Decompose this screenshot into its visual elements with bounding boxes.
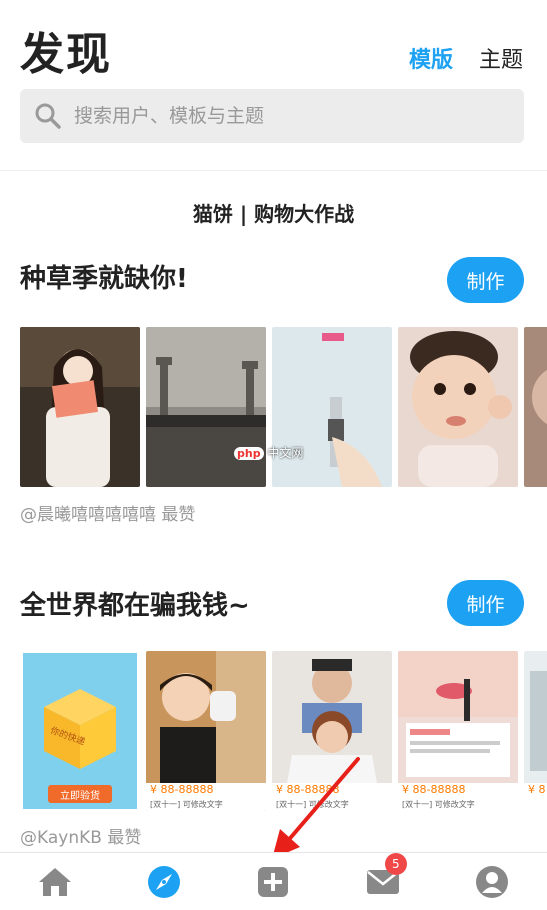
section-title: 全世界都在骗我钱~: [20, 591, 250, 621]
top-author-caption[interactable]: @晨曦嘻嘻嘻嘻嘻 最赞: [20, 500, 195, 525]
template-thumb[interactable]: ¥ 8: [524, 651, 547, 811]
banner-title[interactable]: 猫饼 | 购物大作战: [0, 198, 547, 227]
template-thumb[interactable]: [20, 327, 140, 487]
tab-themes[interactable]: 主题: [479, 42, 523, 74]
header: 发现 模版 主题: [0, 0, 547, 171]
watermark-badge: php: [234, 447, 264, 460]
template-thumb[interactable]: [524, 327, 547, 487]
template-thumb[interactable]: [146, 327, 266, 487]
price: ¥ 8: [528, 783, 546, 796]
template-thumb[interactable]: [398, 327, 518, 487]
make-button[interactable]: 制作: [447, 257, 524, 303]
price-strip: ¥ 88-88888 [双十一] 可修改文字: [146, 783, 266, 811]
tab-home[interactable]: [25, 857, 85, 907]
template-row: [20, 327, 547, 487]
bottom-tab-bar: 5: [0, 852, 547, 910]
message-badge: 5: [384, 852, 407, 875]
annotation-arrow-icon: [272, 757, 360, 859]
template-thumb[interactable]: ¥ 88-88888 [双十一] 可修改文字: [398, 651, 518, 811]
price-subtext: [双十一] 可修改文字: [402, 800, 475, 809]
template-thumb[interactable]: ¥ 88-88888 [双十一] 可修改文字: [146, 651, 266, 811]
price: ¥ 88-88888: [402, 783, 466, 796]
tab-templates[interactable]: 模版: [409, 42, 453, 74]
search-input[interactable]: [72, 104, 496, 128]
search-icon: [35, 103, 61, 129]
user-icon: [476, 865, 509, 898]
price: ¥ 88-88888: [150, 783, 214, 796]
make-button[interactable]: 制作: [447, 580, 524, 626]
compass-icon: [148, 865, 181, 898]
plus-square-icon: [258, 866, 289, 897]
section-title: 种草季就缺你!: [20, 264, 188, 294]
page-title: 发现: [20, 29, 112, 80]
header-tabs: 模版 主题: [409, 42, 523, 74]
verify-goods-button[interactable]: 立即验货: [60, 787, 100, 802]
site-watermark: php 中文网: [234, 444, 303, 461]
home-icon: [38, 867, 71, 896]
price-subtext: [双十一] 可修改文字: [150, 800, 223, 809]
template-thumb[interactable]: [272, 327, 392, 487]
tab-profile[interactable]: [462, 857, 522, 907]
top-author-caption[interactable]: @KaynKB 最赞: [20, 823, 141, 848]
watermark-text: 中文网: [267, 446, 304, 460]
search-bar[interactable]: [20, 89, 524, 143]
price-strip: ¥ 88-88888 [双十一] 可修改文字: [398, 783, 518, 811]
tab-create[interactable]: [243, 857, 303, 907]
tab-discover[interactable]: [134, 857, 194, 907]
template-thumb[interactable]: 你的快递 立即验货: [20, 651, 140, 811]
price-strip: ¥ 8: [524, 783, 547, 811]
tab-messages[interactable]: 5: [353, 852, 413, 907]
